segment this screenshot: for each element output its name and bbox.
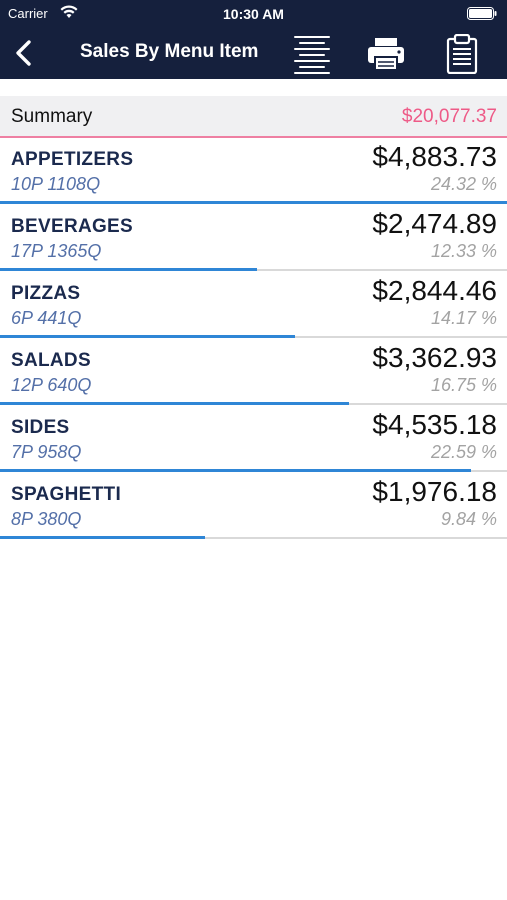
printer-icon[interactable] [366, 34, 406, 74]
item-amount: $2,474.89 [372, 208, 497, 239]
item-amount: $4,883.73 [372, 141, 497, 172]
list-item[interactable]: PIZZAS 6P 441Q $2,844.46 14.17 % [0, 271, 507, 338]
app-screen: Carrier 10:30 AM Sales By Menu Item Summ… [0, 0, 507, 900]
item-name: BEVERAGES [11, 216, 134, 237]
item-amount: $4,535.18 [372, 409, 497, 440]
summary-total: $20,077.37 [401, 106, 497, 127]
item-name: APPETIZERS [11, 149, 134, 170]
nav-bar: Sales By Menu Item [0, 28, 507, 79]
clipboard-icon[interactable] [442, 34, 482, 74]
item-percent: 14.17 % [430, 308, 497, 328]
item-name: PIZZAS [11, 283, 81, 304]
item-counts: 7P 958Q [11, 442, 82, 462]
page-title: Sales By Menu Item [80, 41, 259, 62]
item-percent: 24.32 % [430, 174, 497, 194]
item-counts: 12P 640Q [11, 375, 92, 395]
item-amount: $3,362.93 [372, 342, 497, 373]
item-percent: 16.75 % [430, 375, 497, 395]
battery-icon [467, 7, 497, 20]
list-item[interactable]: BEVERAGES 17P 1365Q $2,474.89 12.33 % [0, 204, 507, 271]
item-percent: 22.59 % [430, 442, 497, 462]
item-counts: 17P 1365Q [11, 241, 102, 261]
item-amount: $1,976.18 [372, 476, 497, 507]
item-percent: 9.84 % [440, 509, 497, 529]
list-item[interactable]: SPAGHETTI 8P 380Q $1,976.18 9.84 % [0, 472, 507, 539]
status-time: 10:30 AM [223, 6, 284, 22]
list-item[interactable]: SIDES 7P 958Q $4,535.18 22.59 % [0, 405, 507, 472]
summary-row: Summary $20,077.37 [0, 96, 507, 138]
progress-fill [0, 536, 206, 539]
list-item[interactable]: APPETIZERS 10P 1108Q $4,883.73 24.32 % [0, 137, 507, 204]
item-name: SALADS [11, 350, 91, 371]
summary-label: Summary [11, 106, 93, 127]
top-bar: Carrier 10:30 AM Sales By Menu Item [0, 0, 507, 79]
progress-track [0, 536, 507, 539]
align-center-icon[interactable] [292, 34, 332, 74]
item-name: SIDES [11, 417, 70, 438]
item-name: SPAGHETTI [11, 484, 122, 505]
item-percent: 12.33 % [430, 241, 497, 261]
item-counts: 8P 380Q [11, 509, 82, 529]
item-amount: $2,844.46 [372, 275, 497, 306]
list-item[interactable]: SALADS 12P 640Q $3,362.93 16.75 % [0, 338, 507, 405]
back-chevron-icon[interactable] [10, 38, 38, 68]
item-counts: 6P 441Q [11, 308, 82, 328]
item-counts: 10P 1108Q [11, 174, 101, 194]
status-bar: Carrier 10:30 AM [0, 0, 507, 28]
